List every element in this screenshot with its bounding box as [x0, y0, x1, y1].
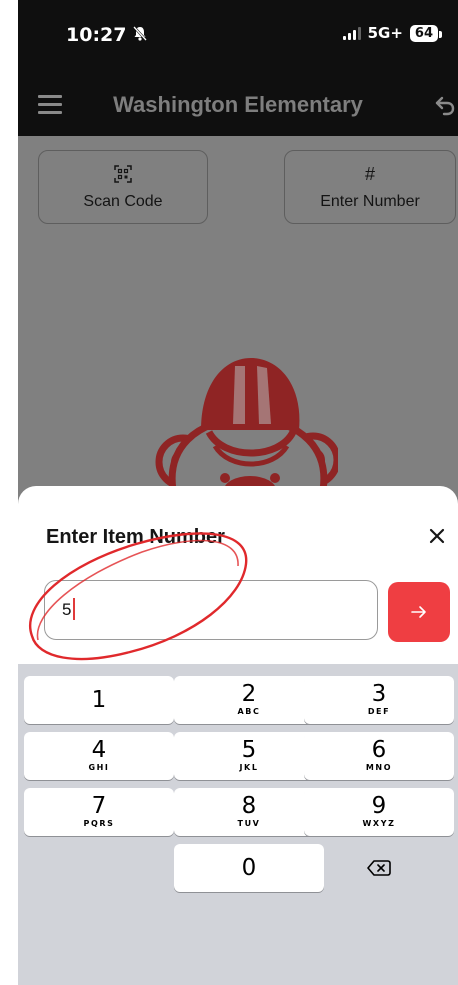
back-icon[interactable]	[432, 92, 458, 118]
status-indicators: 5G+ 64	[342, 24, 443, 42]
scan-code-button[interactable]: Scan Code	[38, 150, 208, 224]
hash-icon: #	[364, 164, 375, 184]
submit-button[interactable]	[388, 582, 450, 642]
scan-code-label: Scan Code	[83, 193, 163, 210]
app-header: Washington Elementary	[18, 78, 458, 136]
key-digit: 1	[91, 687, 107, 713]
status-bar: 10:27 5G+ 64	[18, 0, 458, 78]
key-9[interactable]: 9 WXYZ	[304, 788, 454, 836]
key-letters: DEF	[367, 707, 391, 716]
close-icon[interactable]	[428, 527, 446, 545]
sheet-title: Enter Item Number	[46, 526, 225, 548]
key-letters: JKL	[239, 763, 259, 772]
key-digit: 6	[371, 737, 387, 763]
enter-item-sheet: Enter Item Number 5 1 2 ABC 3 DEF 4 GHI …	[18, 486, 458, 985]
key-digit: 5	[241, 737, 257, 763]
backspace-key[interactable]	[304, 844, 454, 892]
status-time: 10:27	[66, 24, 127, 46]
mascot-logo	[155, 358, 338, 490]
numeric-keypad: 1 2 ABC 3 DEF 4 GHI 5 JKL 6 MNO 7 PQRS 8…	[18, 664, 458, 985]
key-digit: 4	[91, 737, 107, 763]
key-digit: 2	[241, 681, 257, 707]
enter-number-button[interactable]: # Enter Number	[284, 150, 456, 224]
key-6[interactable]: 6 MNO	[304, 732, 454, 780]
battery-icon: 64	[409, 24, 443, 42]
page-title: Washington Elementary	[113, 92, 363, 117]
key-letters: ABC	[237, 707, 261, 716]
bell-slash-icon	[133, 26, 147, 41]
key-digit: 3	[371, 681, 387, 707]
qr-scan-icon	[114, 165, 132, 183]
key-letters: TUV	[237, 819, 261, 828]
key-digit: 8	[241, 793, 257, 819]
key-8[interactable]: 8 TUV	[174, 788, 324, 836]
key-letters: GHI	[88, 763, 110, 772]
key-4[interactable]: 4 GHI	[24, 732, 174, 780]
key-1[interactable]: 1	[24, 676, 174, 724]
arrow-right-icon	[411, 606, 426, 618]
key-0[interactable]: 0	[174, 844, 324, 892]
signal-icon	[342, 26, 361, 40]
key-letters: PQRS	[83, 819, 115, 828]
key-digit: 9	[371, 793, 387, 819]
key-digit: 0	[241, 855, 257, 881]
enter-number-label: Enter Number	[320, 193, 420, 210]
key-2[interactable]: 2 ABC	[174, 676, 324, 724]
key-digit: 7	[91, 793, 107, 819]
backspace-icon	[367, 860, 391, 876]
key-letters: WXYZ	[362, 819, 396, 828]
key-3[interactable]: 3 DEF	[304, 676, 454, 724]
network-type: 5G+	[367, 24, 403, 42]
key-7[interactable]: 7 PQRS	[24, 788, 174, 836]
key-letters: MNO	[365, 763, 393, 772]
phone-screen: 10:27 5G+ 64 Washington Elementary Scan …	[18, 0, 458, 985]
item-number-input[interactable]	[44, 580, 378, 640]
text-caret	[73, 598, 75, 620]
key-5[interactable]: 5 JKL	[174, 732, 324, 780]
